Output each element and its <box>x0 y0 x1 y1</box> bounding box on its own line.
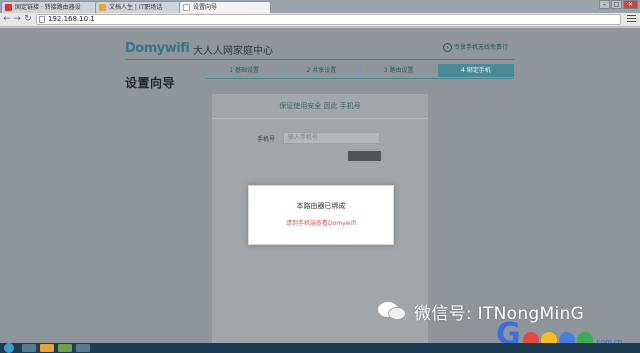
panel-subtitle: 保证使用安全 因此 手机号 <box>279 102 361 110</box>
alert-dialog: 本路由器已绑成 请到手机端查看Domywifi <box>248 185 394 245</box>
back-arrow-icon[interactable]: ← <box>2 14 12 25</box>
wechat-icon <box>376 300 408 322</box>
page-icon <box>183 4 190 11</box>
browser-tab-strip: 固定链接 · 转接路由器设 文档人生 | IT职场话 设置向导 – □ ✕ <box>0 0 640 13</box>
steps-divider <box>206 78 514 79</box>
step-basic[interactable]: 1 基础设置 <box>206 64 284 77</box>
menu-icon[interactable] <box>627 15 636 24</box>
brand-subtitle: 大人人网家庭中心 <box>193 46 273 57</box>
tab-title: 设置向导 <box>193 4 218 11</box>
favicon-icon <box>5 4 12 11</box>
page-title: 设置向导 <box>125 76 176 90</box>
maximize-button[interactable]: □ <box>611 0 622 9</box>
get-code-button[interactable] <box>348 151 381 161</box>
page-content: Domywifi 大人人网家庭中心 › 专享手机无线免费行 设置向导 1 基础设置… <box>0 28 640 343</box>
quick-link-label: 专享手机无线免费行 <box>454 44 509 51</box>
reload-icon[interactable]: ↻ <box>23 14 33 25</box>
browser-tab-2[interactable]: 文档人生 | IT职场话 <box>95 1 184 13</box>
wizard-steps: 1 基础设置 2 共享设置 3 路由设置 4 绑定手机 <box>206 64 514 77</box>
taskbar-item[interactable] <box>58 344 72 352</box>
browser-toolbar: ← → ↻ 192.168.10.1 <box>0 13 640 27</box>
step-bind-phone[interactable]: 4 绑定手机 <box>437 64 514 77</box>
taskbar-item[interactable] <box>76 344 90 352</box>
dialog-title: 本路由器已绑成 <box>296 202 346 210</box>
step-router[interactable]: 3 路由设置 <box>361 64 438 77</box>
address-bar[interactable]: 192.168.10.1 <box>36 14 621 25</box>
tab-title: 文档人生 | IT职场话 <box>109 4 163 11</box>
header-divider <box>125 59 515 60</box>
panel-divider <box>212 118 428 119</box>
brand-name: Domywifi <box>125 41 190 56</box>
os-taskbar <box>0 343 640 353</box>
taskbar-item[interactable] <box>22 344 36 352</box>
browser-tab-3[interactable]: 设置向导 <box>179 1 271 13</box>
arrow-right-icon: › <box>443 43 452 52</box>
window-controls: – □ ✕ <box>599 0 638 10</box>
dialog-message: 请到手机端查看Domywifi <box>285 220 357 227</box>
phone-input[interactable]: 输入手机号 <box>283 132 380 144</box>
tab-title: 固定链接 · 转接路由器设 <box>15 4 81 11</box>
start-button[interactable] <box>4 343 14 353</box>
taskbar-item[interactable] <box>40 344 54 352</box>
address-text: 192.168.10.1 <box>48 15 95 23</box>
close-window-button[interactable]: ✕ <box>623 0 638 9</box>
page-icon <box>39 16 45 23</box>
minimize-button[interactable]: – <box>599 0 610 9</box>
brand-logo[interactable]: Domywifi <box>125 41 190 56</box>
forward-arrow-icon[interactable]: → <box>12 14 22 25</box>
step-share[interactable]: 2 共享设置 <box>283 64 361 77</box>
quick-link[interactable]: › 专享手机无线免费行 <box>443 42 508 52</box>
phone-label: 手机号 <box>257 136 276 143</box>
browser-tab-1[interactable]: 固定链接 · 转接路由器设 <box>1 1 100 13</box>
favicon-icon <box>99 4 106 11</box>
